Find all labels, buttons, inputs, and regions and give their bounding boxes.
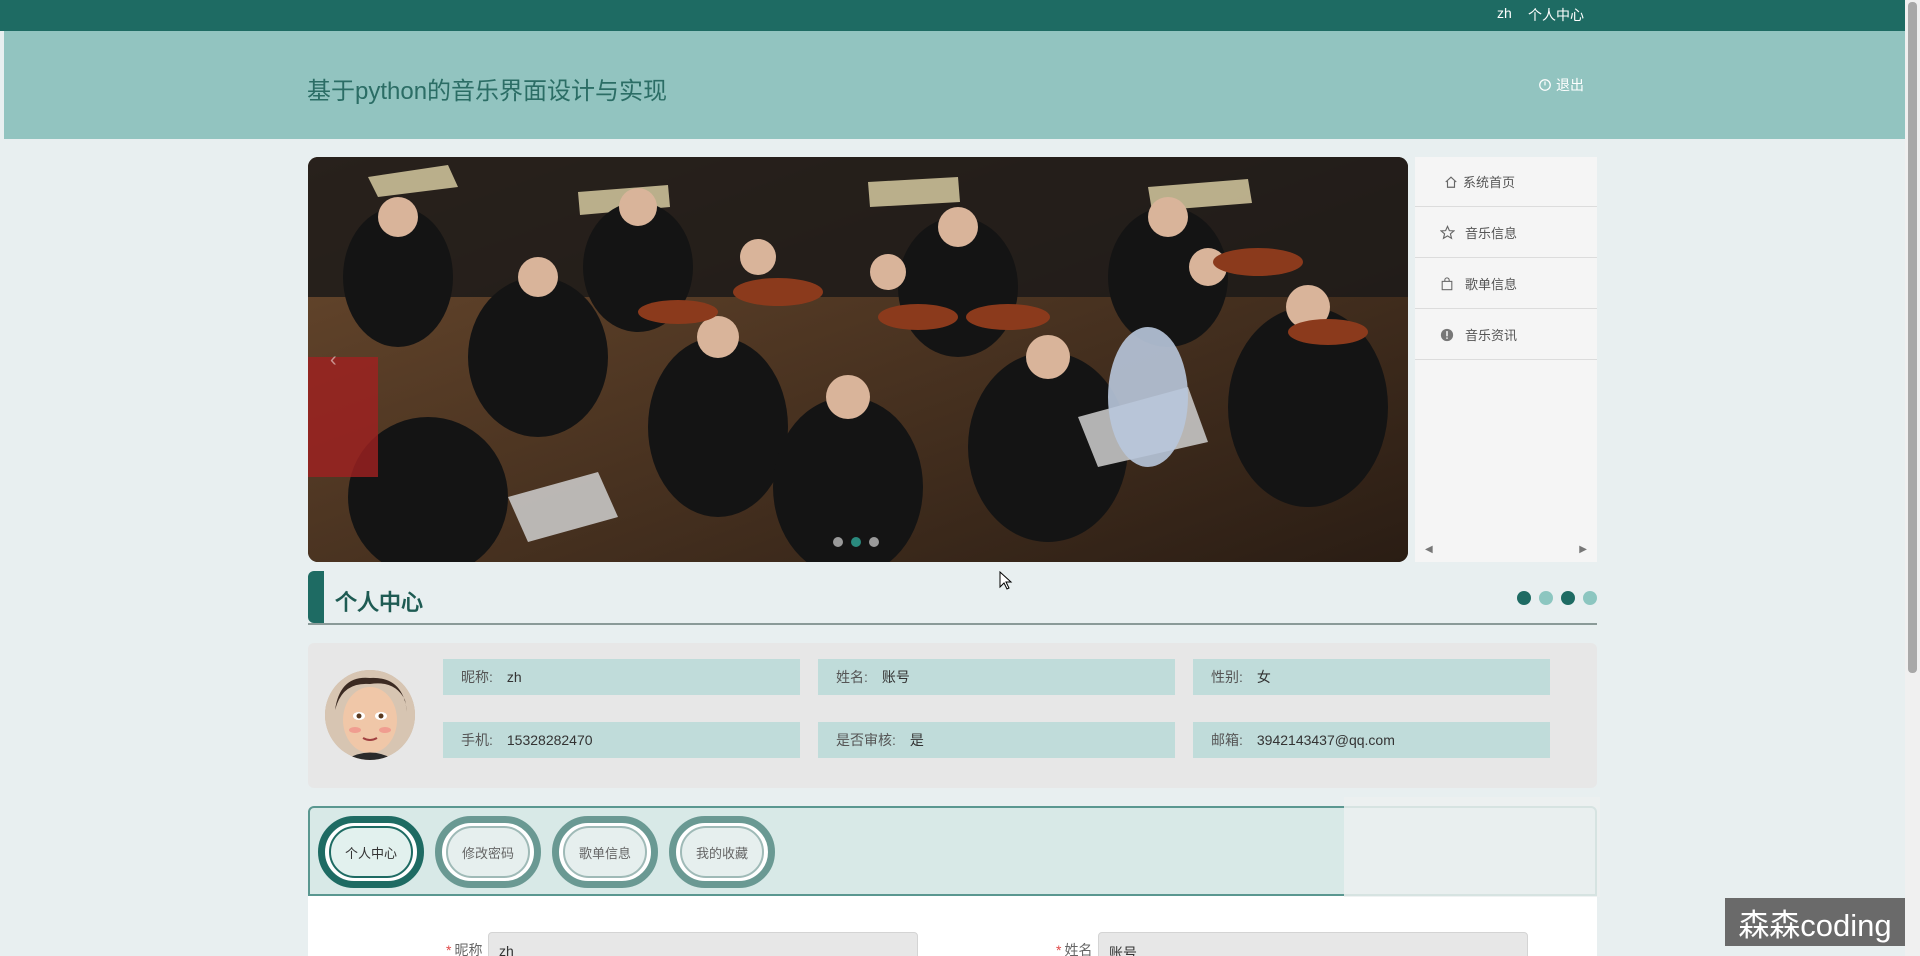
logout-label: 退出 <box>1556 77 1584 93</box>
tab-change-password[interactable]: 修改密码 <box>435 816 541 888</box>
bag-icon <box>1439 276 1455 292</box>
name-input[interactable]: 账号 <box>1098 932 1528 956</box>
nav-item-home[interactable]: 系统首页 <box>1415 157 1597 207</box>
side-nav: 系统首页 音乐信息 歌单信息 音乐资讯 ◀ ▶ <box>1415 157 1597 562</box>
profile-card: 昵称: zh 姓名: 账号 性别: 女 手机: 15328282470 是否审核… <box>308 643 1597 788</box>
field-label: 手机: <box>461 732 493 748</box>
site-header: 基于python的音乐界面设计与实现 退出 <box>4 31 1905 139</box>
avatar[interactable] <box>325 670 415 760</box>
field-value: 是 <box>909 732 924 748</box>
nickname-input[interactable]: zh <box>488 932 918 956</box>
mouse-cursor-icon <box>999 571 1013 590</box>
field-value: 15328282470 <box>506 732 593 748</box>
orchestra-photo <box>308 157 1408 562</box>
field-label: 姓名: <box>836 669 868 685</box>
tab-favorites[interactable]: 我的收藏 <box>669 816 775 888</box>
required-mark: * <box>446 942 452 956</box>
field-label: 是否审核: <box>836 732 896 748</box>
star-icon <box>1439 225 1455 241</box>
field-value: 3942143437@qq.com <box>1256 732 1395 748</box>
nav-item-news[interactable]: 音乐资讯 <box>1415 310 1597 360</box>
section-dot <box>1539 591 1553 605</box>
email-field: 邮箱: 3942143437@qq.com <box>1193 722 1550 758</box>
tab-personal-center[interactable]: 个人中心 <box>318 816 424 888</box>
section-title: 个人中心 <box>335 590 424 615</box>
nav-item-playlist[interactable]: 歌单信息 <box>1415 259 1597 309</box>
required-mark: * <box>1056 942 1062 956</box>
tab-label: 我的收藏 <box>680 826 764 878</box>
info-icon <box>1439 327 1455 343</box>
name-label: * 姓名 <box>1056 942 1093 956</box>
scrollbar-thumb[interactable] <box>1908 2 1917 673</box>
carousel-dot[interactable] <box>833 537 843 547</box>
nav-item-label: 音乐资讯 <box>1465 328 1518 343</box>
nav-item-music[interactable]: 音乐信息 <box>1415 208 1597 258</box>
section-dot <box>1561 591 1575 605</box>
username-link[interactable]: zh <box>1497 5 1512 21</box>
gender-field: 性别: 女 <box>1193 659 1550 695</box>
field-label: 邮箱: <box>1211 732 1243 748</box>
home-icon <box>1443 174 1459 190</box>
section-header: 个人中心 <box>308 571 1597 625</box>
field-value: zh <box>506 669 522 685</box>
scroll-left-icon[interactable]: ◀ <box>1425 544 1433 555</box>
site-title: 基于python的音乐界面设计与实现 <box>307 78 668 105</box>
field-label: 昵称: <box>461 669 493 685</box>
tab-playlists[interactable]: 歌单信息 <box>552 816 658 888</box>
profile-form: * 昵称 zh * 姓名 账号 <box>308 896 1597 956</box>
logout-button[interactable]: 退出 <box>1538 75 1584 95</box>
power-icon <box>1539 79 1551 91</box>
nav-item-label: 系统首页 <box>1463 175 1516 190</box>
section-dots <box>1517 591 1597 605</box>
carousel-indicators <box>833 537 879 547</box>
page-scrollbar[interactable] <box>1905 0 1920 956</box>
section-accent-bar <box>308 571 324 623</box>
field-label: 性别: <box>1211 669 1243 685</box>
phone-field: 手机: 15328282470 <box>443 722 800 758</box>
field-value: 女 <box>1256 669 1271 685</box>
tab-label: 歌单信息 <box>563 826 647 878</box>
nickname-label: * 昵称 <box>446 942 483 956</box>
section-dot <box>1583 591 1597 605</box>
scroll-right-icon[interactable]: ▶ <box>1579 544 1587 555</box>
nav-item-label: 歌单信息 <box>1465 277 1518 292</box>
top-bar: zh 个人中心 <box>0 0 1905 31</box>
carousel-prev-icon[interactable]: ‹ <box>330 349 337 372</box>
personal-center-link[interactable]: 个人中心 <box>1528 5 1584 25</box>
carousel-dot-active[interactable] <box>851 537 861 547</box>
tab-label: 个人中心 <box>329 826 413 878</box>
blur-overlay <box>1344 797 1600 897</box>
carousel-dot[interactable] <box>869 537 879 547</box>
banner-carousel[interactable]: ‹ <box>308 157 1408 562</box>
tab-label: 修改密码 <box>446 826 530 878</box>
nav-item-label: 音乐信息 <box>1465 226 1518 241</box>
field-value: 账号 <box>881 669 910 685</box>
nickname-field: 昵称: zh <box>443 659 800 695</box>
name-field: 姓名: 账号 <box>818 659 1175 695</box>
verified-field: 是否审核: 是 <box>818 722 1175 758</box>
nav-scrollbar[interactable]: ◀ ▶ <box>1415 544 1597 556</box>
section-dot <box>1517 591 1531 605</box>
watermark: 森森coding <box>1725 898 1905 946</box>
